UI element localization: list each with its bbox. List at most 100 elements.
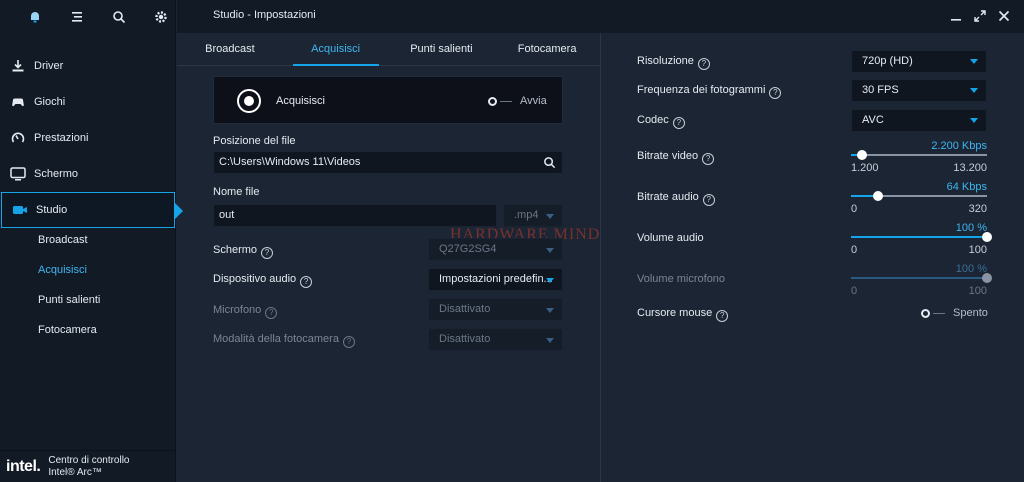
sidebar-item-prestazioni[interactable]: Prestazioni [0,120,176,156]
sidebar-item-studio[interactable]: Studio [1,192,183,228]
sidebar-subitem-broadcast[interactable]: Broadcast [38,225,100,255]
slider-track [851,154,987,156]
toggle-knob [921,308,930,318]
audio-volume-slider[interactable]: 100 % 0 100 [851,222,992,262]
record-icon [237,89,261,113]
chevron-down-icon [546,214,554,219]
cursor-toggle[interactable]: Spento [921,307,988,319]
close-icon[interactable] [996,8,1012,24]
slider-value: 100 % [955,263,987,275]
gear-icon[interactable] [140,8,182,26]
panel-divider [600,33,601,482]
minimize-icon[interactable] [948,8,964,24]
mic-volume-slider: 100 % 0 100 [851,263,992,303]
audio-bitrate-label: Bitrate audio? [637,191,715,206]
camera-mode-label: Modalità della fotocamera? [213,333,355,348]
help-icon[interactable]: ? [300,276,313,288]
chevron-down-icon [546,308,554,313]
gauge-icon [10,130,26,146]
help-icon[interactable]: ? [342,336,355,348]
chevron-down-icon [546,248,554,253]
intel-logo: intel. [6,457,41,475]
tab-acquisisci[interactable]: Acquisisci [283,33,389,66]
resolution-select[interactable]: 720p (HD) [851,50,987,73]
cursor-label: Cursore mouse? [637,307,729,322]
codec-label-text: Codec [637,114,669,126]
camera-mode-value: Disattivato [439,333,491,345]
brand-footer: intel. Centro di controllo Intel® Arc™ [0,450,176,482]
framerate-select[interactable]: 30 FPS [851,79,987,102]
help-icon[interactable]: ? [702,194,715,206]
slider-thumb [982,273,992,283]
slider-fill [851,236,987,238]
tab-broadcast[interactable]: Broadcast [177,33,283,65]
notifications-icon[interactable] [14,8,56,26]
audio-bitrate-label-text: Bitrate audio [637,191,699,203]
window-controls [948,8,1012,24]
window-title: Studio - Impostazioni [213,9,316,21]
cursor-toggle-label: Spento [953,307,988,319]
monitor-icon [10,166,26,182]
mic-select: Disattivato [428,298,563,321]
framerate-label: Frequenza dei fotogrammi? [637,84,782,99]
chevron-down-icon [970,59,978,64]
search-icon[interactable] [98,8,140,26]
help-icon[interactable]: ? [672,117,685,129]
slider-min: 0 [851,203,858,215]
mic-label: Microfono? [213,304,278,319]
resolution-label: Risoluzione? [637,55,710,70]
chevron-down-icon [546,278,554,283]
help-icon[interactable]: ? [716,310,729,322]
sidebar-subitem-acquisisci[interactable]: Acquisisci [38,255,100,285]
slider-value: 64 Kbps [946,181,987,193]
audio-device-value: Impostazioni predefin... [439,273,553,285]
slider-min: 0 [851,244,858,256]
help-icon[interactable]: ? [697,58,710,70]
sidebar-item-driver[interactable]: Driver [0,48,176,84]
framerate-value: 30 FPS [862,84,899,96]
slider-thumb[interactable] [873,191,884,201]
browse-search-icon[interactable] [543,156,556,177]
sidebar-item-label: Prestazioni [34,132,89,144]
file-name-label: Nome file [213,186,260,198]
expand-icon[interactable] [972,8,988,24]
audio-device-select[interactable]: Impostazioni predefin... [428,268,563,291]
sidebar-item-label: Schermo [34,168,79,180]
capture-card: Acquisisci Avvia [213,76,563,124]
help-icon[interactable]: ? [769,87,782,99]
sidebar-subitem-punti-salienti[interactable]: Punti salienti [38,285,100,315]
sidebar: Driver Giochi Prestazioni Schermo Studio [0,0,183,482]
slider-min: 0 [851,285,858,297]
sidebar-subnav: Broadcast Acquisisci Punti salienti Foto… [38,225,100,345]
file-name-input[interactable]: out [213,204,497,227]
chevron-down-icon [546,338,554,343]
tab-punti-salienti[interactable]: Punti salienti [389,33,495,65]
capture-start-toggle[interactable]: Avvia [488,95,547,107]
screen-label-text: Schermo [213,244,258,256]
file-path-input[interactable]: C:\Users\Windows 11\Videos [213,151,563,174]
slider-max: 100 [968,285,987,297]
help-icon[interactable]: ? [261,247,274,259]
audio-bitrate-slider[interactable]: 64 Kbps 0 320 [851,181,987,221]
help-icon[interactable]: ? [702,153,715,165]
resolution-value: 720p (HD) [862,55,913,67]
camera-mode-select: Disattivato [428,328,563,351]
slider-value: 100 % [955,222,987,234]
codec-select[interactable]: AVC [851,109,987,132]
menu-icon[interactable] [56,8,98,26]
help-icon[interactable]: ? [265,307,278,319]
sidebar-item-giochi[interactable]: Giochi [0,84,176,120]
sidebar-item-label: Giochi [34,96,66,108]
chevron-down-icon [970,118,978,123]
sidebar-item-label: Driver [34,60,64,72]
gamepad-icon [10,94,26,110]
chevron-down-icon [970,88,978,93]
mic-value: Disattivato [439,303,491,315]
screen-label: Schermo? [213,244,274,259]
tab-fotocamera[interactable]: Fotocamera [494,33,600,65]
sidebar-subitem-fotocamera[interactable]: Fotocamera [38,315,100,345]
slider-thumb[interactable] [982,232,992,242]
video-bitrate-slider[interactable]: 2.200 Kbps 1.200 13.200 [851,140,987,180]
sidebar-item-schermo[interactable]: Schermo [0,156,176,192]
slider-thumb[interactable] [857,150,868,160]
